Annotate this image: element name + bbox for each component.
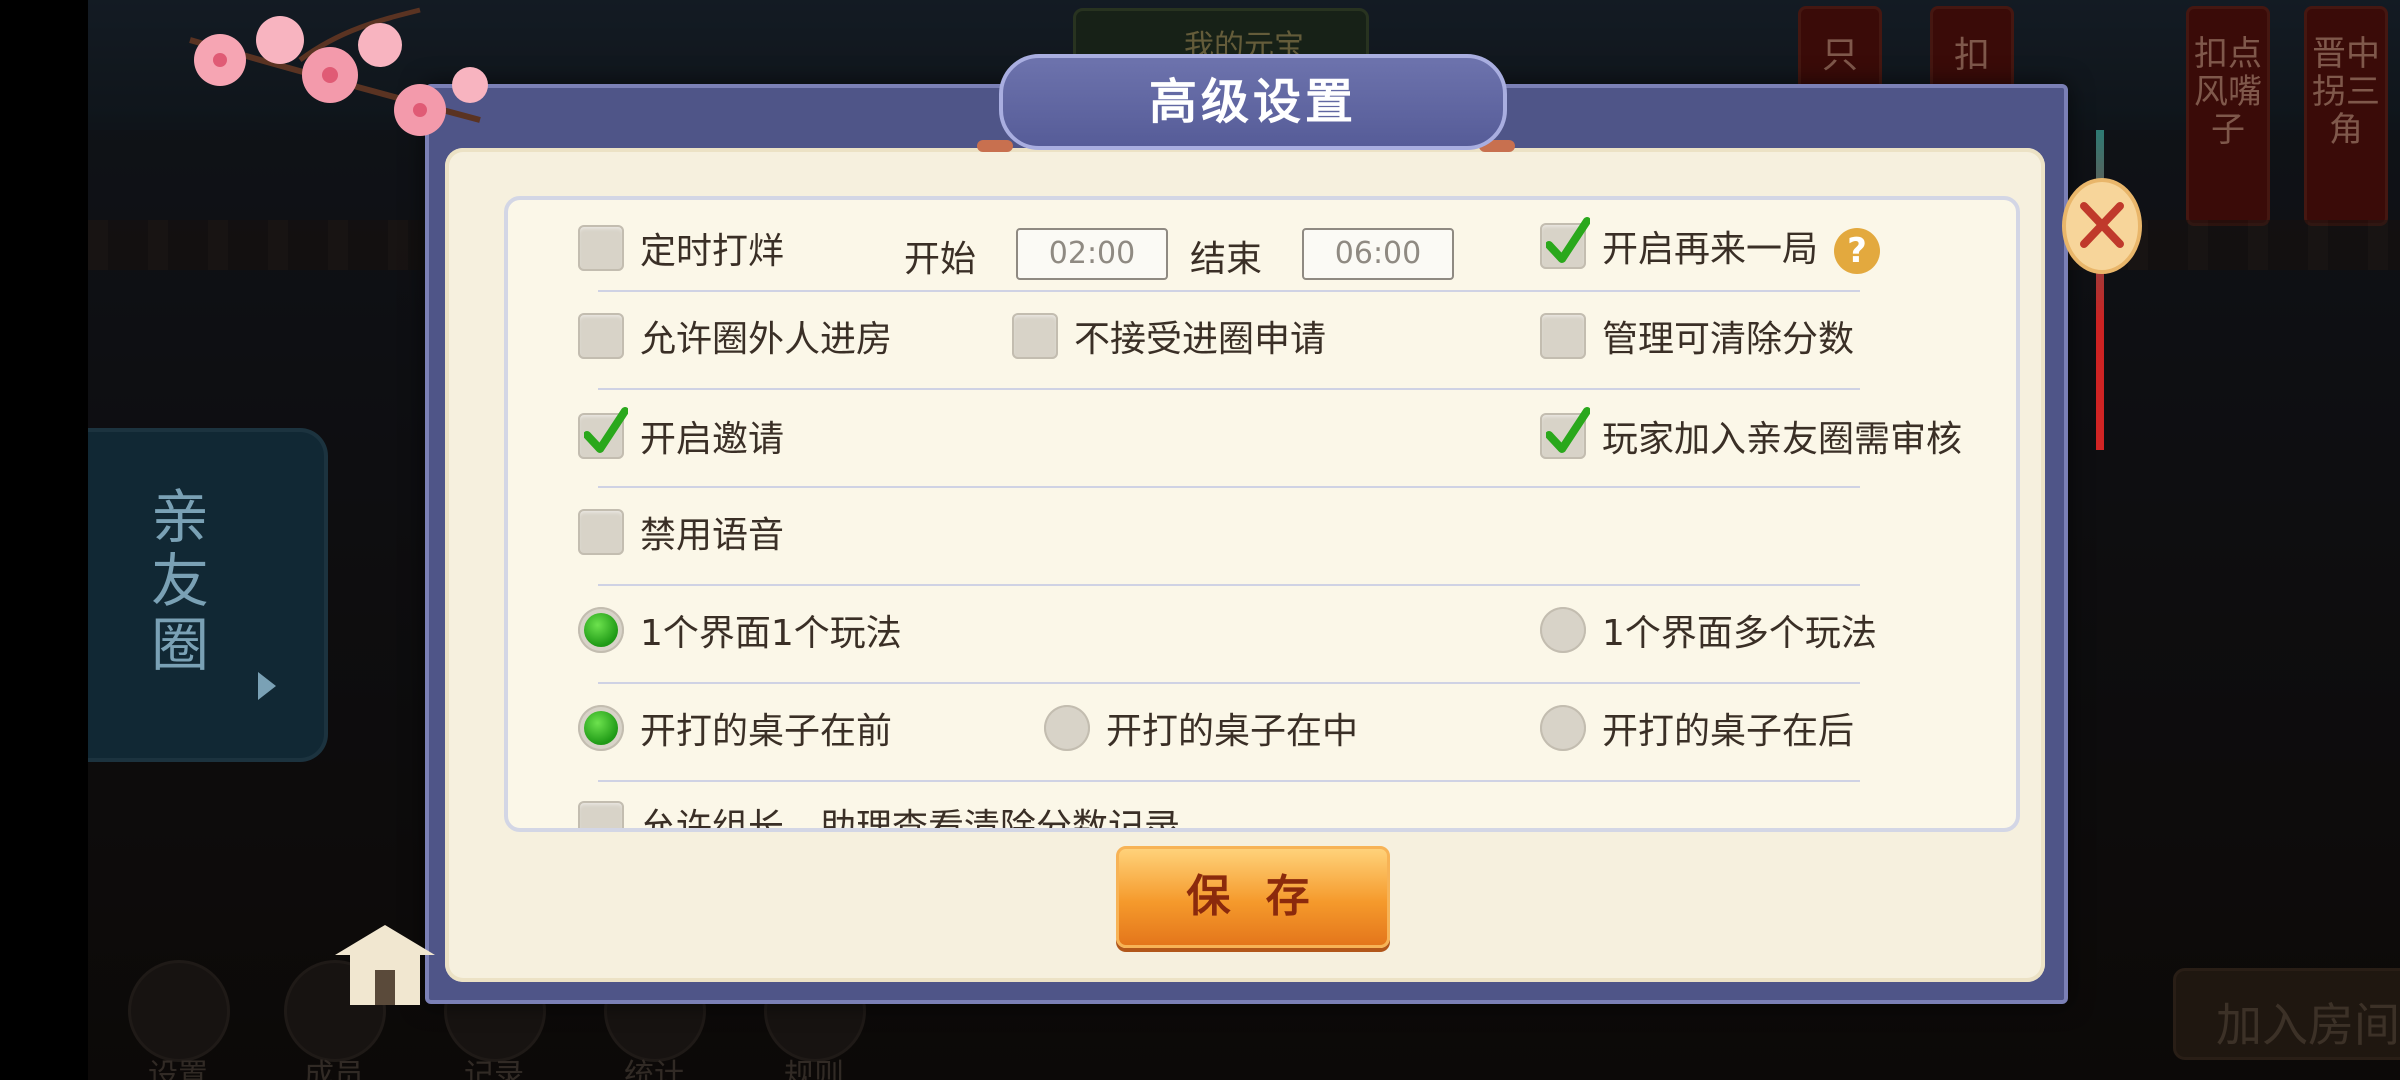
outsiders-label: 允许圈外人进房 (640, 319, 893, 360)
friend-circle-label: 亲友圈 (150, 483, 209, 679)
one-mode-label: 1个界面1个玩法 (640, 613, 902, 654)
outsiders-checkbox[interactable]: 允许圈外人进房 (578, 310, 892, 362)
timed-close-box (578, 225, 624, 271)
divider (598, 388, 1860, 390)
leader-view-label: 允许组长、助理查看清除分数记录 (640, 807, 1181, 832)
table-middle-radio[interactable]: 开打的桌子在中 (1044, 702, 1358, 754)
title-knob-left (977, 140, 1013, 152)
review-join-box (1540, 407, 1590, 459)
review-join-checkbox[interactable]: 玩家加入亲友圈需审核 (1540, 407, 1963, 462)
friend-circle-arrow-icon (258, 672, 276, 700)
outsiders-box (578, 313, 624, 359)
one-mode-radio[interactable]: 1个界面1个玩法 (578, 604, 902, 656)
reject-apply-label: 不接受进圈申请 (1074, 319, 1327, 360)
end-time-input[interactable]: 06:00 (1302, 228, 1454, 280)
admin-clear-box (1540, 313, 1586, 359)
divider (598, 290, 1860, 292)
mute-voice-checkbox[interactable]: 禁用语音 (578, 506, 784, 558)
admin-clear-label: 管理可清除分数 (1602, 319, 1855, 360)
invite-label: 开启邀请 (640, 419, 785, 460)
multi-mode-radio[interactable]: 1个界面多个玩法 (1540, 604, 1877, 656)
checkmark-icon (1546, 217, 1590, 263)
divider (598, 486, 1860, 488)
replay-box (1540, 217, 1590, 269)
table-front-radio-dot (578, 705, 624, 751)
mute-voice-box (578, 509, 624, 555)
divider (598, 584, 1860, 586)
replay-label: 开启再来一局 (1602, 229, 1819, 270)
table-back-radio-dot (1540, 705, 1586, 751)
multi-mode-label: 1个界面多个玩法 (1602, 613, 1877, 654)
divider (598, 780, 1860, 782)
timed-close-label: 定时打烊 (640, 231, 785, 272)
reject-apply-checkbox[interactable]: 不接受进圈申请 (1012, 310, 1326, 362)
mute-voice-label: 禁用语音 (640, 515, 785, 556)
leader-view-checkbox[interactable]: 允许组长、助理查看清除分数记录 (578, 798, 1181, 832)
checkmark-icon (1546, 407, 1590, 453)
table-middle-radio-dot (1044, 705, 1090, 751)
close-icon[interactable] (2062, 176, 2142, 276)
invite-box (578, 407, 628, 459)
one-mode-radio-dot (578, 607, 624, 653)
table-front-radio[interactable]: 开打的桌子在前 (578, 702, 892, 754)
replay-checkbox[interactable]: 开启再来一局 (1540, 217, 1819, 272)
settings-list[interactable]: 定时打烊 开始 02:00 结束 06:00 开启再来一局 ? 允许圈外人进房 … (504, 196, 2020, 832)
dialog-title: 高级设置 (999, 54, 1507, 150)
pagoda-decoration (335, 925, 435, 1005)
end-time-label: 结束 (1190, 239, 1263, 280)
reject-apply-box (1012, 313, 1058, 359)
checkmark-icon (584, 407, 628, 453)
timed-close-checkbox[interactable]: 定时打烊 (578, 222, 784, 274)
divider (598, 682, 1860, 684)
plum-blossom-decoration (189, 7, 488, 136)
admin-clear-checkbox[interactable]: 管理可清除分数 (1540, 310, 1854, 362)
start-time-label: 开始 (904, 239, 977, 280)
help-icon[interactable]: ? (1834, 228, 1880, 274)
table-middle-label: 开打的桌子在中 (1106, 711, 1359, 752)
table-front-label: 开打的桌子在前 (640, 711, 893, 752)
review-join-label: 玩家加入亲友圈需审核 (1602, 419, 1963, 460)
invite-checkbox[interactable]: 开启邀请 (578, 407, 785, 462)
multi-mode-radio-dot (1540, 607, 1586, 653)
start-time-input[interactable]: 02:00 (1016, 228, 1168, 280)
save-button[interactable]: 保 存 (1116, 846, 1390, 948)
table-back-radio[interactable]: 开打的桌子在后 (1540, 702, 1854, 754)
leader-view-box (578, 801, 624, 828)
table-back-label: 开打的桌子在后 (1602, 711, 1855, 752)
